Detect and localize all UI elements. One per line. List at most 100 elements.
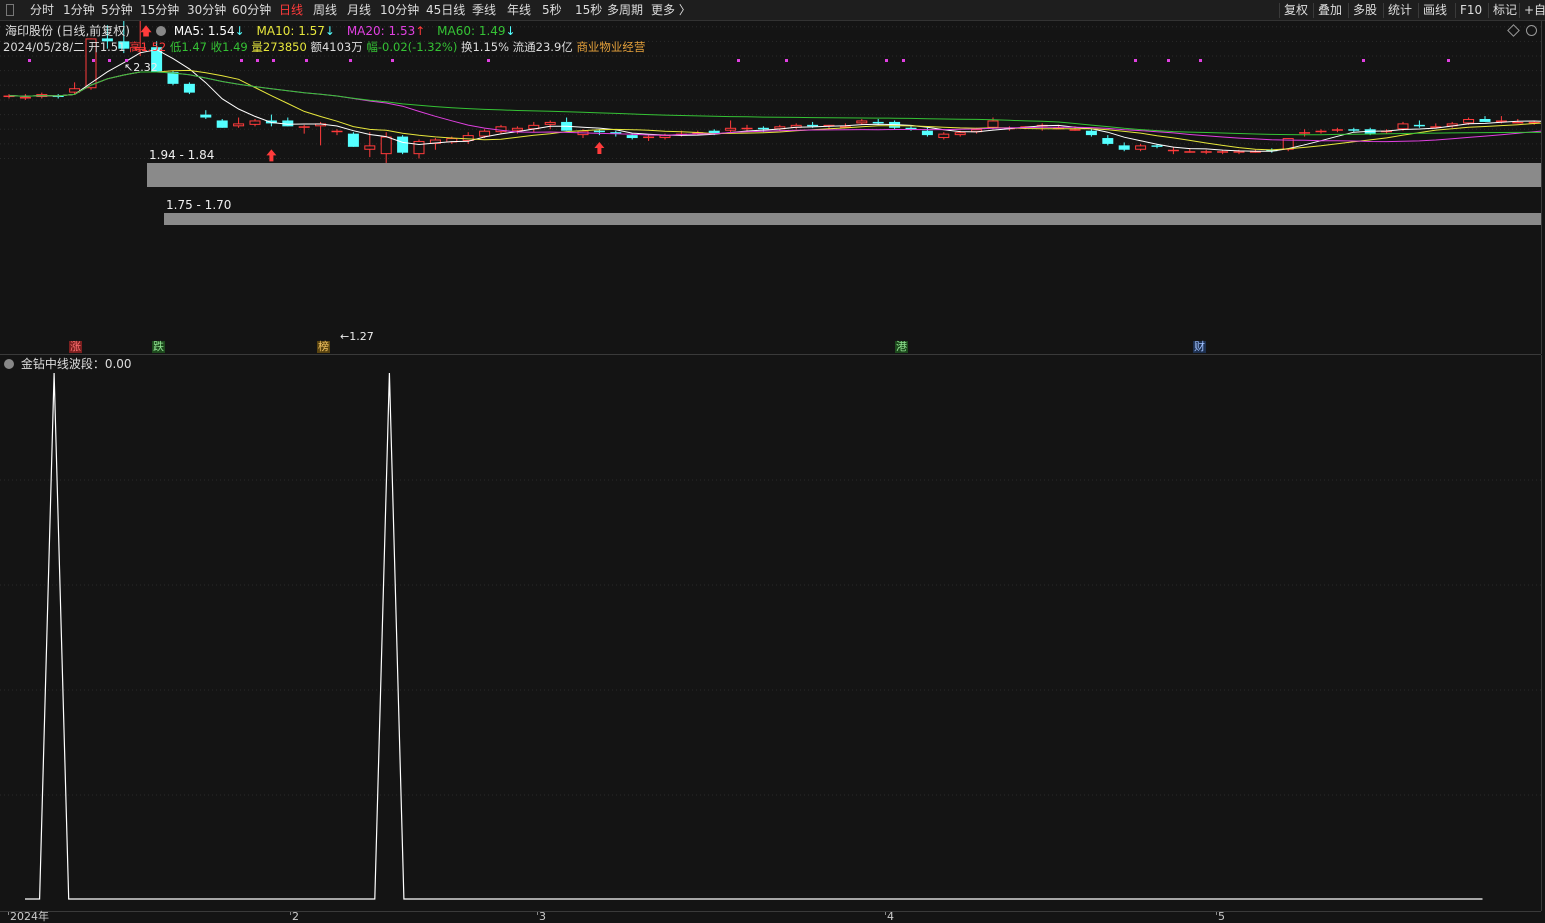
candle-body-up xyxy=(1069,129,1081,131)
candle-body-up xyxy=(1463,118,1475,124)
stock-title: 海印股份 (日线,前复权) xyxy=(5,24,130,38)
candle-body-down xyxy=(183,83,195,93)
settings-icon[interactable] xyxy=(156,26,166,36)
candle-body-up xyxy=(413,140,425,155)
quote-industry[interactable]: 商业物业经营 xyxy=(576,40,645,54)
top-marker xyxy=(737,59,740,62)
arrow-up-icon: 🡅 xyxy=(139,24,153,38)
quote-amount: 额4103万 xyxy=(310,40,363,54)
candle-body-down xyxy=(1151,145,1163,147)
candle-body-down xyxy=(1118,145,1130,150)
window-icon[interactable] xyxy=(1526,25,1537,36)
toolbar-separator xyxy=(1383,3,1384,18)
period-tab-3[interactable]: 15分钟 xyxy=(140,2,179,18)
kline-panel[interactable]: 海印股份 (日线,前复权) 🡅 MA5: 1.54↓ MA10: 1.57↓ M… xyxy=(0,21,1542,354)
toolbar-tool-7[interactable]: +自 xyxy=(1524,2,1545,18)
event-marker-limit-down[interactable]: 跌 xyxy=(152,341,165,353)
indicator-chart[interactable] xyxy=(0,355,1541,911)
quote-volume: 量273850 xyxy=(251,40,307,54)
candle-body-up xyxy=(19,97,31,99)
period-tab-11[interactable]: 季线 xyxy=(472,2,496,18)
toolbar-grip-icon[interactable] xyxy=(6,4,14,16)
ma60-arrow-icon: ↓ xyxy=(505,24,516,38)
candle-body-up xyxy=(987,120,999,128)
indicator-panel[interactable]: 金钻中线波段：0.00 xyxy=(0,355,1542,911)
indicator-header: 金钻中线波段：0.00 xyxy=(4,356,132,372)
period-tab-13[interactable]: 5秒 xyxy=(542,2,562,18)
candle-body-down xyxy=(1479,118,1491,122)
candle-body-up xyxy=(659,135,671,139)
top-marker xyxy=(885,59,888,62)
event-marker-financial[interactable]: 财 xyxy=(1193,341,1206,353)
toolbar-tool-1[interactable]: 叠加 xyxy=(1318,2,1342,18)
top-marker xyxy=(902,59,905,62)
candle-body-up xyxy=(938,133,950,139)
toolbar-separator xyxy=(1348,3,1349,18)
top-marker xyxy=(256,59,259,62)
quote-header-line: 海印股份 (日线,前复权) 🡅 MA5: 1.54↓ MA10: 1.57↓ M… xyxy=(5,23,516,39)
toolbar-tool-5[interactable]: F10 xyxy=(1460,2,1482,18)
candle-body-up xyxy=(1495,120,1507,122)
period-tab-4[interactable]: 30分钟 xyxy=(187,2,226,18)
candle-body-up xyxy=(1233,151,1245,153)
candle-body-up xyxy=(856,120,868,124)
period-tab-14[interactable]: 15秒 xyxy=(575,2,602,18)
event-marker-hk-connect[interactable]: 港 xyxy=(895,341,908,353)
candle-body-down xyxy=(921,130,933,136)
top-marker xyxy=(240,59,243,62)
event-marker-ranking[interactable]: 榜 xyxy=(317,341,330,353)
top-marker xyxy=(28,59,31,62)
period-tab-0[interactable]: 分时 xyxy=(30,2,54,18)
toolbar-tool-2[interactable]: 多股 xyxy=(1353,2,1377,18)
candle-body-down xyxy=(200,114,212,118)
top-marker xyxy=(487,59,490,62)
candle-body-up xyxy=(462,135,474,141)
period-tab-12[interactable]: 年线 xyxy=(507,2,531,18)
period-tab-6[interactable]: 日线 xyxy=(279,2,303,18)
top-marker xyxy=(272,59,275,62)
kline-chart[interactable] xyxy=(0,21,1541,354)
top-marker xyxy=(1167,59,1170,62)
period-tab-16[interactable]: 更多 〉 xyxy=(651,2,691,18)
toolbar-tool-4[interactable]: 画线 xyxy=(1423,2,1447,18)
date-axis-label: 3 xyxy=(539,910,546,923)
event-marker-limit-up[interactable]: 涨 xyxy=(69,341,82,353)
indicator-settings-icon[interactable] xyxy=(4,359,14,369)
period-tab-9[interactable]: 10分钟 xyxy=(380,2,419,18)
toolbar-tool-0[interactable]: 复权 xyxy=(1284,2,1308,18)
candle-body-down xyxy=(397,136,409,153)
date-axis-tick xyxy=(1216,912,1217,915)
quote-close: 收1.49 xyxy=(210,40,248,54)
quote-detail-line: 2024/05/28/二 开1.51 高1.52 低1.47 收1.49 量27… xyxy=(3,39,645,55)
quote-high: 高1.52 xyxy=(129,40,167,54)
toolbar-tool-6[interactable]: 标记 xyxy=(1493,2,1517,18)
toolbar-separator xyxy=(1455,3,1456,18)
top-marker xyxy=(92,59,95,62)
candle-body-up xyxy=(298,126,310,128)
candle-body-up xyxy=(1397,123,1409,130)
candle-body-down xyxy=(216,120,228,128)
candle-body-up xyxy=(364,145,376,150)
top-marker xyxy=(349,59,352,62)
ma10-value: MA10: 1.57 xyxy=(256,24,325,38)
period-tab-15[interactable]: 多周期 xyxy=(607,2,643,18)
period-tab-5[interactable]: 60分钟 xyxy=(232,2,271,18)
candle-body-up xyxy=(1249,151,1261,153)
zone-1-label: 1.94 - 1.84 xyxy=(149,148,215,162)
candle-body-up xyxy=(1167,149,1179,152)
period-tab-2[interactable]: 5分钟 xyxy=(101,2,133,18)
quote-open: 开1.51 xyxy=(88,40,126,54)
date-axis-label: 4 xyxy=(887,910,894,923)
candle-body-up xyxy=(233,123,245,127)
toolbar-tool-3[interactable]: 统计 xyxy=(1388,2,1412,18)
period-tab-1[interactable]: 1分钟 xyxy=(63,2,95,18)
candle-body-down xyxy=(807,124,819,127)
ma5-value: MA5: 1.54 xyxy=(173,24,235,38)
date-axis-label: 5 xyxy=(1218,910,1225,923)
candle-body-up xyxy=(1135,145,1147,150)
candle-body-up xyxy=(725,127,737,131)
period-tab-10[interactable]: 45日线 xyxy=(426,2,465,18)
period-tab-8[interactable]: 月线 xyxy=(347,2,371,18)
period-tab-7[interactable]: 周线 xyxy=(313,2,337,18)
zone-2-label: 1.75 - 1.70 xyxy=(166,198,232,212)
